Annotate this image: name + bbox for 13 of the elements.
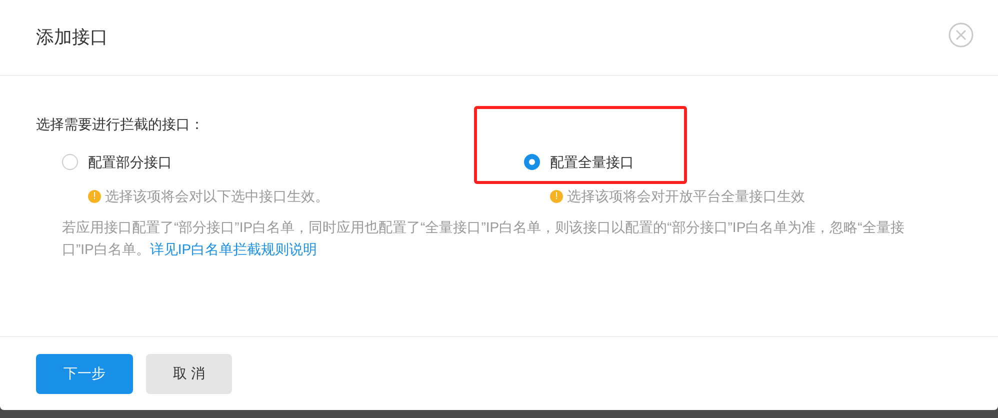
- cancel-button[interactable]: 取 消: [146, 354, 232, 394]
- info-icon: !: [550, 190, 563, 202]
- note-text: 若应用接口配置了“部分接口”IP白名单，同时应用也配置了“全量接口”IP白名单，则该接口以配置的“部分接口”IP白名单为准，忽略“全量接口”IP白名单。详见IP白名单拦截规则说明: [62, 218, 906, 259]
- radio-option[interactable]: 配置全量接口: [524, 150, 805, 174]
- dialog-title: 添加接口: [36, 26, 108, 49]
- radio-option[interactable]: 配置部分接口: [62, 150, 486, 174]
- prompt-text: 选择需要进行拦截的接口：: [36, 115, 205, 134]
- radio-icon[interactable]: [524, 154, 540, 170]
- info-icon: !: [88, 190, 101, 202]
- close-icon[interactable]: [948, 22, 974, 48]
- hint-text: 选择该项将会对开放平台全量接口生效: [567, 186, 805, 206]
- radio-icon[interactable]: [62, 154, 78, 170]
- hint-text: 选择该项将会对以下选中接口生效。: [105, 186, 329, 206]
